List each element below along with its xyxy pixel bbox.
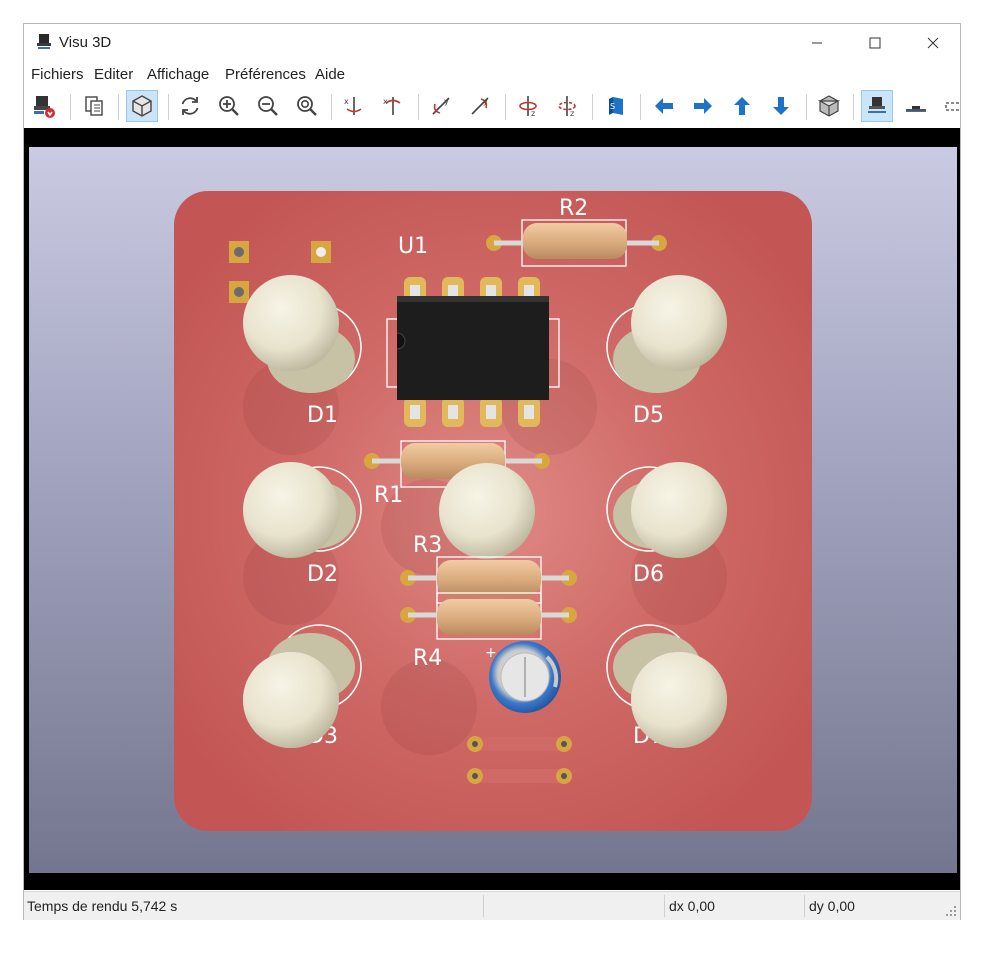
rotate-y-cw-button[interactable]: y [425, 90, 457, 122]
close-icon [927, 37, 939, 49]
maximize-button[interactable] [846, 24, 904, 62]
svg-text:y: y [444, 97, 449, 106]
ref-d2: D2 [307, 562, 338, 587]
zoom-fit-button[interactable] [291, 90, 323, 122]
maximize-icon [869, 37, 881, 49]
ortho-toggle-button[interactable] [813, 90, 845, 122]
svg-text:z: z [531, 109, 535, 118]
minimize-button[interactable] [788, 24, 846, 62]
arrow-left-icon [655, 98, 673, 114]
board-to-pcb-button[interactable] [28, 90, 60, 122]
rotate-y-cw-icon: y [432, 97, 450, 115]
title-bar: Visu 3D [24, 24, 960, 62]
arrow-down-icon [773, 97, 789, 115]
view-3d-cube-icon [132, 95, 152, 117]
render-time-text: Temps de rendu 5,742 s [27, 898, 178, 914]
ref-r3: R3 [413, 533, 442, 558]
dx-readout: dx 0,00 [669, 898, 715, 914]
menu-affichage[interactable]: Affichage [147, 66, 209, 83]
page-copy-icon [85, 96, 103, 116]
ref-d5: D5 [633, 403, 664, 428]
view-front-icon [906, 106, 926, 112]
viewport-frame: + D1 D2 D3 D5 D6 U1 R1 R2 R3 R4 [24, 128, 960, 890]
app-icon [37, 34, 51, 49]
rotate-x-cw-icon: x [344, 97, 362, 115]
move-up-button[interactable] [726, 90, 758, 122]
rotate-z-cw-button[interactable]: z [512, 90, 544, 122]
view-top-icon [868, 97, 886, 113]
svg-text:S: S [610, 102, 615, 111]
arrow-right-icon [694, 98, 712, 114]
zoom-out-button[interactable] [252, 90, 284, 122]
zoom-fit-icon [297, 96, 317, 116]
toolbar: x x y y z z S [24, 86, 960, 129]
svg-text:x: x [383, 97, 388, 106]
arrow-up-icon [734, 97, 750, 115]
view-top-button[interactable] [861, 90, 893, 122]
led-d4 [439, 463, 535, 559]
window-title: Visu 3D [59, 34, 112, 51]
3d-viewport[interactable]: + D1 D2 D3 D5 D6 U1 R1 R2 R3 R4 [29, 147, 957, 873]
ref-u1: U1 [398, 234, 428, 259]
dy-readout: dy 0,00 [809, 898, 855, 914]
ref-d6: D6 [633, 562, 664, 587]
rotate-z-ccw-icon: z [558, 96, 576, 118]
resize-grip-icon[interactable] [945, 905, 957, 917]
menu-aide[interactable]: Aide [315, 66, 345, 83]
ortho-cube-icon [817, 95, 841, 117]
svg-text:z: z [570, 109, 574, 118]
rotate-y-ccw-icon: y [471, 97, 489, 115]
ref-r1: R1 [374, 483, 403, 508]
view-front-button[interactable] [900, 90, 932, 122]
view-side-button[interactable] [939, 90, 960, 122]
flip-board-icon: S [609, 97, 623, 115]
rotate-z-cw-icon: z [519, 96, 537, 118]
flip-board-button[interactable]: S [600, 90, 632, 122]
pcb-render[interactable]: + D1 D2 D3 D5 D6 U1 R1 R2 R3 R4 [29, 147, 957, 873]
close-button[interactable] [904, 24, 962, 62]
move-right-button[interactable] [687, 90, 719, 122]
copy-image-button[interactable] [78, 90, 110, 122]
status-bar: Temps de rendu 5,742 s dx 0,00 dy 0,00 [24, 891, 960, 920]
menu-preferences[interactable]: Préférences [225, 66, 306, 83]
ref-r2: R2 [559, 196, 588, 221]
ref-r4: R4 [413, 646, 442, 671]
rotate-y-ccw-button[interactable]: y [464, 90, 496, 122]
svg-text:x: x [344, 97, 349, 106]
view-side-icon [945, 102, 960, 111]
rotate-x-cw-button[interactable]: x [338, 90, 370, 122]
zoom-in-icon [219, 96, 239, 116]
rotate-x-ccw-icon: x [383, 97, 401, 115]
minimize-icon [812, 42, 822, 44]
menu-bar: Fichiers Editer Affichage Préférences Ai… [24, 64, 960, 86]
ref-d1: D1 [307, 403, 338, 428]
move-down-button[interactable] [765, 90, 797, 122]
reload-button[interactable] [174, 90, 206, 122]
reload-icon [181, 97, 199, 115]
raytracing-toggle-button[interactable] [126, 90, 158, 122]
board-to-pcb-icon [34, 96, 55, 118]
menu-editer[interactable]: Editer [94, 66, 133, 83]
svg-text:y: y [483, 97, 488, 106]
zoom-in-button[interactable] [213, 90, 245, 122]
visu3d-window: Visu 3D Fichiers Editer Affichage Préfér… [23, 23, 961, 920]
rotate-z-ccw-button[interactable]: z [551, 90, 583, 122]
rotate-x-ccw-button[interactable]: x [377, 90, 409, 122]
move-left-button[interactable] [648, 90, 680, 122]
zoom-out-icon [258, 96, 278, 116]
menu-fichiers[interactable]: Fichiers [31, 66, 84, 83]
